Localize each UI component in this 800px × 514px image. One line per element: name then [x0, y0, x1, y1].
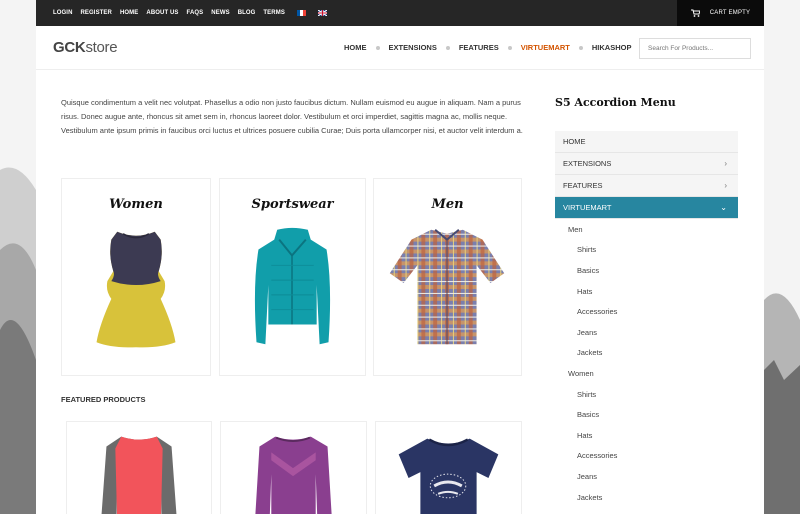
top-link-register[interactable]: REGISTER	[81, 10, 112, 16]
submenu-item-hats[interactable]: Hats	[555, 425, 738, 446]
logo-bold: GCK	[53, 39, 86, 56]
accordion-menu-title: S5 Accordion Menu	[555, 96, 676, 109]
site-logo[interactable]: GCKstore	[53, 39, 118, 56]
nav-hikashop[interactable]: HIKASHOP	[592, 43, 632, 52]
nav-virtuemart[interactable]: VIRTUEMART	[521, 43, 570, 52]
background-left	[0, 0, 36, 514]
top-bar: LOGIN REGISTER HOME ABOUT US FAQS NEWS B…	[36, 0, 764, 26]
product-card[interactable]	[66, 421, 212, 514]
coral-grey-raglan-top-image	[101, 436, 177, 514]
category-card-sportswear[interactable]: Sportswear	[219, 178, 366, 376]
accordion-item-extensions[interactable]: EXTENSIONS ›	[555, 153, 738, 175]
chevron-right-icon[interactable]: ›	[724, 181, 727, 190]
submenu-item-accessories[interactable]: Accessories	[555, 446, 738, 467]
top-link-faqs[interactable]: FAQS	[187, 10, 204, 16]
teal-quilted-jacket-image	[254, 227, 331, 345]
cart-icon	[690, 9, 700, 17]
submenu-item-jackets[interactable]: Jackets	[555, 343, 738, 364]
category-card-women[interactable]: Women	[61, 178, 211, 376]
accordion-item-virtuemart[interactable]: VIRTUEMART ⌄	[555, 197, 738, 219]
submenu-item-shirts[interactable]: Shirts	[555, 240, 738, 261]
navy-varsity-tee-image	[398, 438, 499, 514]
category-title: Men	[431, 197, 464, 212]
chevron-down-icon[interactable]: ⌄	[720, 203, 727, 212]
yellow-peplum-top-image	[96, 231, 176, 348]
submenu-item-women[interactable]: Women	[555, 363, 738, 384]
cart-button[interactable]: CART EMPTY	[677, 0, 764, 26]
category-card-men[interactable]: Men	[373, 178, 522, 376]
submenu-item-hats[interactable]: Hats	[555, 281, 738, 302]
submenu-item-basics[interactable]: Basics	[555, 260, 738, 281]
page-container: LOGIN REGISTER HOME ABOUT US FAQS NEWS B…	[36, 0, 764, 514]
logo-rest: store	[85, 39, 118, 56]
accordion-item-label: EXTENSIONS	[563, 159, 612, 168]
submenu-item-jeans[interactable]: Jeans	[555, 322, 738, 343]
featured-products-title: FEATURED PRODUCTS	[61, 395, 146, 404]
submenu-item-jackets[interactable]: Jackets	[555, 487, 738, 508]
top-link-blog[interactable]: BLOG	[238, 10, 256, 16]
nav-extensions[interactable]: EXTENSIONS	[389, 43, 437, 52]
submenu-item-shirts[interactable]: Shirts	[555, 384, 738, 405]
cart-label: CART EMPTY	[709, 10, 751, 16]
accordion-item-label: VIRTUEMART	[563, 203, 612, 212]
french-flag-icon[interactable]	[296, 10, 306, 16]
nav-separator	[578, 45, 583, 50]
nav-separator	[375, 45, 380, 50]
submenu-item-accessories[interactable]: Accessories	[555, 301, 738, 322]
top-link-news[interactable]: NEWS	[211, 10, 229, 16]
uk-flag-icon[interactable]	[317, 10, 327, 16]
top-link-login[interactable]: LOGIN	[53, 10, 73, 16]
submenu-item-basics[interactable]: Basics	[555, 404, 738, 425]
accordion-item-home[interactable]: HOME	[555, 131, 738, 153]
nav-separator	[445, 45, 450, 50]
submenu-item-jeans[interactable]: Jeans	[555, 466, 738, 487]
header: GCKstore HOME EXTENSIONS FEATURES VIRTUE…	[36, 26, 764, 70]
purple-chevron-top-image	[255, 436, 332, 514]
category-title: Sportswear	[251, 197, 334, 212]
top-link-about[interactable]: ABOUT US	[146, 10, 178, 16]
top-link-home[interactable]: HOME	[120, 10, 138, 16]
chevron-right-icon[interactable]: ›	[724, 159, 727, 168]
nav-separator	[507, 45, 512, 50]
intro-paragraph: Quisque condimentum a velit nec volutpat…	[61, 98, 523, 136]
accordion-item-label: FEATURES	[563, 181, 603, 190]
background-right	[764, 0, 800, 514]
submenu-item-men[interactable]: Men	[555, 219, 738, 240]
nav-features[interactable]: FEATURES	[459, 43, 499, 52]
main-nav: HOME EXTENSIONS FEATURES VIRTUEMART HIKA…	[344, 43, 631, 52]
accordion-menu: HOME EXTENSIONS › FEATURES › VIRTUEMART …	[555, 131, 738, 507]
accordion-item-label: HOME	[563, 137, 586, 146]
category-title: Women	[109, 197, 163, 212]
nav-home[interactable]: HOME	[344, 43, 367, 52]
accordion-submenu: Men Shirts Basics Hats Accessories Jeans…	[555, 219, 738, 507]
plaid-shirt-image	[389, 229, 505, 345]
search-input[interactable]	[639, 38, 751, 59]
top-nav: LOGIN REGISTER HOME ABOUT US FAQS NEWS B…	[36, 10, 327, 16]
accordion-item-features[interactable]: FEATURES ›	[555, 175, 738, 197]
top-link-terms[interactable]: TERMS	[263, 10, 285, 16]
product-card[interactable]	[375, 421, 522, 514]
product-card[interactable]	[220, 421, 367, 514]
